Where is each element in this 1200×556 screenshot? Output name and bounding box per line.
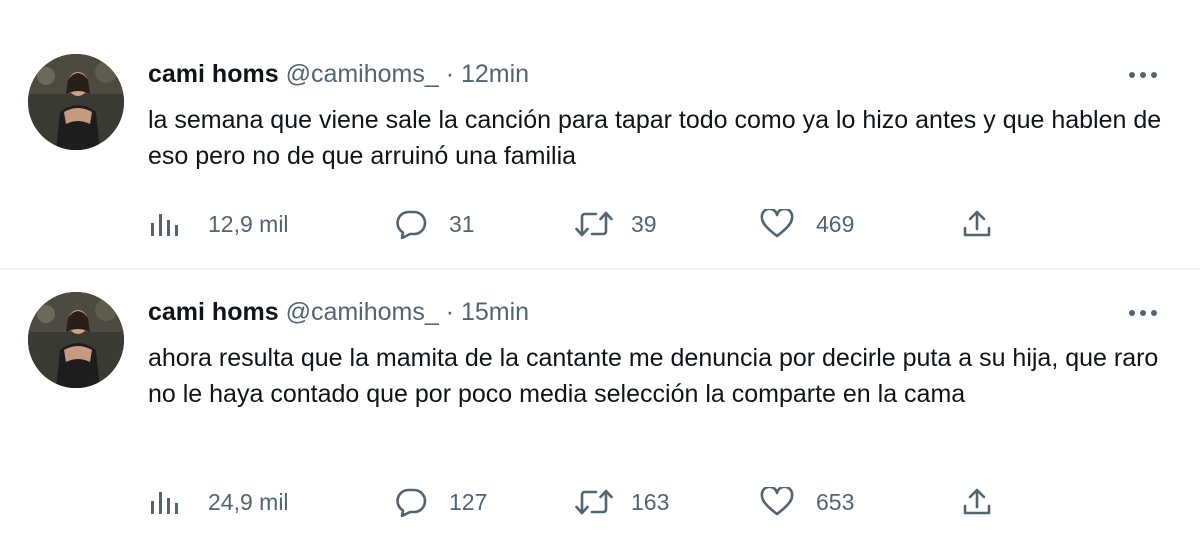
retweet-button[interactable]: 163 xyxy=(575,484,669,520)
share-button[interactable] xyxy=(962,484,992,520)
more-options-button[interactable] xyxy=(1126,298,1160,328)
avatar[interactable] xyxy=(28,54,124,150)
author-name[interactable]: cami homs xyxy=(148,298,279,326)
share-upload-icon xyxy=(963,488,991,515)
author-handle[interactable]: @camihoms_ xyxy=(286,60,439,88)
retweet-count: 163 xyxy=(631,488,670,515)
retweet-arrows-icon xyxy=(575,489,613,515)
more-options-button[interactable] xyxy=(1126,60,1160,90)
retweet-arrows-icon xyxy=(575,211,613,237)
share-button[interactable] xyxy=(962,206,992,242)
author-handle[interactable]: @camihoms_ xyxy=(286,298,439,326)
views-button[interactable]: 12,9 mil xyxy=(150,206,289,242)
tweet[interactable]: cami homs @camihoms_ · 12min la semana q… xyxy=(0,0,1200,270)
reply-button[interactable]: 127 xyxy=(395,484,487,520)
tweet-actions: 12,9 mil 31 39 469 xyxy=(150,206,1010,242)
heart-icon xyxy=(760,487,794,516)
bar-chart-icon xyxy=(151,214,178,236)
views-button[interactable]: 24,9 mil xyxy=(150,484,289,520)
tweet-timestamp[interactable]: 12min xyxy=(461,60,529,88)
like-count: 653 xyxy=(816,488,855,515)
tweet-actions: 24,9 mil 127 163 653 xyxy=(150,484,1010,520)
reply-count: 31 xyxy=(449,210,475,237)
reply-count: 127 xyxy=(449,488,488,515)
speech-bubble-icon xyxy=(396,488,427,517)
bar-chart-icon xyxy=(151,492,178,514)
tweet-text: ahora resulta que la mamita de la cantan… xyxy=(148,344,1159,408)
like-button[interactable]: 469 xyxy=(760,206,854,242)
heart-icon xyxy=(760,209,794,238)
views-count: 12,9 mil xyxy=(208,210,289,237)
retweet-button[interactable]: 39 xyxy=(575,206,657,242)
header-separator: · xyxy=(445,298,455,326)
views-count: 24,9 mil xyxy=(208,488,289,515)
share-upload-icon xyxy=(963,210,991,237)
tweet-text: la semana que viene sale la canción para… xyxy=(148,106,1162,170)
more-dots-icon xyxy=(1129,310,1157,316)
like-count: 469 xyxy=(816,210,855,237)
header-separator: · xyxy=(445,60,455,88)
author-name[interactable]: cami homs xyxy=(148,60,279,88)
avatar[interactable] xyxy=(28,292,124,388)
tweet-timestamp[interactable]: 15min xyxy=(461,298,529,326)
tweet-header: cami homs @camihoms_ · 12min xyxy=(148,58,529,90)
more-dots-icon xyxy=(1129,72,1157,78)
tweet[interactable]: cami homs @camihoms_ · 15min ahora resul… xyxy=(0,270,1200,556)
like-button[interactable]: 653 xyxy=(760,484,854,520)
speech-bubble-icon xyxy=(396,210,427,239)
reply-button[interactable]: 31 xyxy=(395,206,475,242)
tweet-header: cami homs @camihoms_ · 15min xyxy=(148,296,529,328)
retweet-count: 39 xyxy=(631,210,657,237)
